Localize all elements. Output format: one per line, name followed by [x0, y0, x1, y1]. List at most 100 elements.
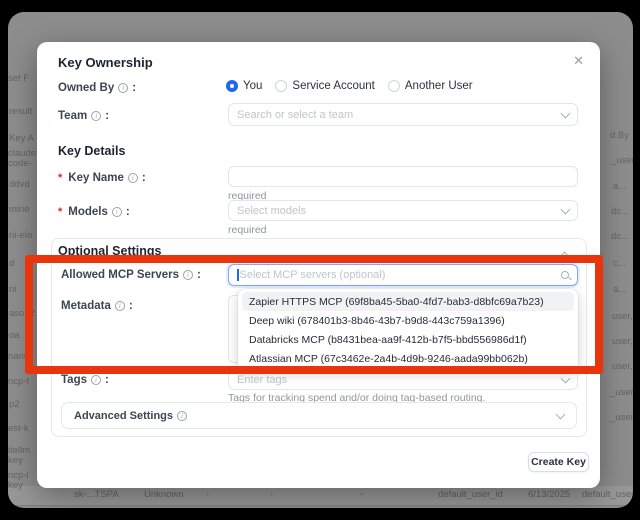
background-text-fragment: sk-...TSPA [74, 489, 119, 500]
label-colon: : [129, 300, 133, 312]
background-text-fragment: - [360, 489, 363, 500]
background-text-fragment: result [9, 106, 32, 117]
chevron-down-icon [561, 108, 571, 118]
label-colon: : [197, 269, 201, 281]
label-colon: : [105, 374, 109, 386]
label-colon: : [105, 110, 109, 122]
mcp-servers-placeholder: Select MCP servers (optional) [240, 269, 562, 281]
label-colon: : [142, 172, 146, 184]
metadata-label: Metadata i : [61, 300, 133, 312]
info-icon: i [128, 173, 138, 183]
background-text-fragment: d By [610, 130, 629, 141]
advanced-settings-collapse[interactable]: Advanced Settings i [61, 402, 577, 429]
background-text-fragment: ncp-t [8, 376, 29, 387]
mcp-option-databricks[interactable]: Databricks MCP (b8431bea-aa9f-412b-b7f5-… [242, 330, 574, 349]
screenshot-canvas: set FresultKey Aclaudecode-ddvdmineni-el… [0, 0, 640, 520]
info-icon: i [183, 270, 193, 280]
mcp-option-atlassian[interactable]: Atlassian MCP (67c3462e-2a4b-4d9b-9246-a… [242, 349, 574, 368]
info-icon: i [91, 111, 101, 121]
team-label-text: Team [58, 110, 87, 122]
optional-settings-heading[interactable]: Optional Settings [58, 244, 161, 258]
background-text-fragment: Key A [9, 133, 34, 144]
modal-title: Key Ownership [58, 55, 153, 70]
team-select[interactable]: Search or select a team [228, 103, 578, 126]
background-text-fragment: - [206, 489, 209, 500]
radio-label: Another User [405, 80, 473, 92]
background-text-fragment: key [8, 480, 23, 491]
tags-label: Tags i : [61, 374, 109, 386]
models-placeholder: Select models [237, 205, 562, 217]
team-label: Team i : [58, 110, 109, 122]
key-ownership-modal: Key Ownership ✕ Owned By i : You Service… [37, 42, 600, 488]
close-icon[interactable]: ✕ [569, 51, 588, 71]
background-text-fragment: dc... [611, 206, 629, 217]
tags-placeholder: Enter tags [237, 374, 562, 386]
key-name-input[interactable] [228, 166, 578, 187]
label-colon: : [126, 206, 130, 218]
background-text-fragment: user, [612, 361, 633, 372]
create-key-button[interactable]: Create Key [528, 452, 589, 472]
background-text-fragment: dc... [611, 231, 629, 242]
radio-unselected-icon [388, 80, 400, 92]
mcp-servers-dropdown: Zapier HTTPS MCP (69f8ba45-5ba0-4fd7-bab… [238, 289, 578, 371]
background-text-fragment: - [270, 489, 273, 500]
radio-label: You [243, 80, 262, 92]
radio-owned-by-another-user[interactable]: Another User [388, 80, 473, 92]
radio-owned-by-service-account[interactable]: Service Account [275, 80, 374, 92]
background-text-fragment: _user, [610, 387, 633, 398]
info-icon: i [112, 207, 122, 217]
background-text-fragment: ason2 [9, 308, 35, 319]
background-text-fragment: key [8, 455, 23, 466]
background-text-fragment: c... [613, 258, 626, 269]
radio-label: Service Account [292, 80, 374, 92]
models-label-text: Models [68, 206, 108, 218]
label-colon: : [132, 82, 136, 94]
background-text-fragment: a... [613, 181, 626, 192]
key-name-label: * Key Name i : [58, 172, 146, 184]
background-text-fragment: mine [9, 204, 30, 215]
table-row-divider [8, 505, 633, 506]
background-text-fragment: ni-elo [9, 230, 32, 241]
background-text-fragment: p2 [9, 399, 20, 410]
background-text-fragment: oa [9, 330, 20, 341]
metadata-label-text: Metadata [61, 300, 111, 312]
mcp-servers-label-text: Allowed MCP Servers [61, 269, 179, 281]
key-details-heading: Key Details [58, 144, 125, 158]
search-icon [561, 271, 569, 279]
advanced-settings-label: Advanced Settings i [74, 410, 187, 422]
background-text-fragment: ni [9, 284, 16, 295]
background-text-fragment: user, [612, 311, 633, 322]
info-icon: i [118, 83, 128, 93]
team-placeholder: Search or select a team [237, 109, 562, 121]
radio-selected-icon [226, 80, 238, 92]
mcp-option-zapier[interactable]: Zapier HTTPS MCP (69f8ba45-5ba0-4fd7-bab… [242, 292, 574, 311]
background-text-fragment: _user, [611, 155, 633, 166]
text-cursor [237, 269, 239, 281]
background-text-fragment: est-k [8, 423, 29, 434]
background-text-fragment: d [9, 258, 14, 269]
radio-owned-by-you[interactable]: You [226, 80, 262, 92]
owned-by-radio-group: You Service Account Another User [226, 80, 473, 92]
owned-by-label-text: Owned By [58, 82, 114, 94]
mcp-servers-select[interactable]: Select MCP servers (optional) [228, 264, 578, 286]
models-required-hint: required [228, 224, 267, 236]
info-icon: i [177, 411, 187, 421]
radio-unselected-icon [275, 80, 287, 92]
tags-select[interactable]: Enter tags [228, 369, 578, 390]
background-text-fragment: default_user, [582, 489, 633, 500]
background-text-fragment: set F [8, 73, 29, 84]
info-icon: i [115, 301, 125, 311]
background-text-fragment: Unknown [144, 489, 184, 500]
chevron-down-icon [556, 409, 566, 419]
required-asterisk: * [58, 172, 62, 184]
background-text-fragment: _user, [610, 412, 633, 423]
models-select[interactable]: Select models [228, 200, 578, 221]
owned-by-label: Owned By i : [58, 82, 136, 94]
mcp-option-deep-wiki[interactable]: Deep wiki (678401b3-8b46-43b7-b9d8-443c7… [242, 311, 574, 330]
info-icon: i [91, 375, 101, 385]
background-text-fragment: code- [8, 158, 32, 169]
mcp-servers-label: Allowed MCP Servers i : [61, 269, 201, 281]
required-asterisk: * [58, 206, 62, 218]
background-text-fragment: nanu [8, 351, 29, 362]
background-text-fragment: default_user_id [438, 489, 503, 500]
